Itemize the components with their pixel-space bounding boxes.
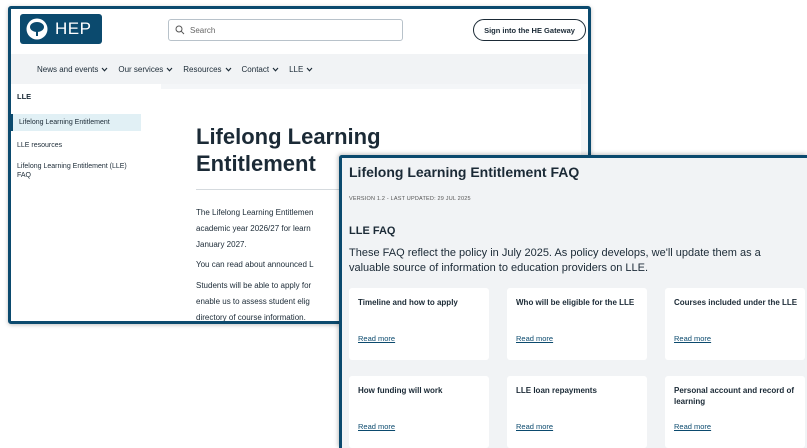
- sidebar-title: LLE: [17, 92, 32, 101]
- nav-item-label: Resources: [183, 64, 222, 74]
- nav-item-label: Contact: [241, 64, 270, 74]
- read-more-link[interactable]: Read more: [358, 422, 395, 431]
- card-title: Courses included under the LLE: [674, 298, 798, 307]
- faq-card-personal-account[interactable]: Personal account and record of learning …: [665, 376, 805, 448]
- nav-item-label: Our services: [118, 64, 164, 74]
- read-more-link[interactable]: Read more: [516, 422, 553, 431]
- faq-card-funding[interactable]: How funding will work Read more: [349, 376, 489, 448]
- faq-card-loan-repayments[interactable]: LLE loan repayments Read more: [507, 376, 647, 448]
- faq-card-timeline[interactable]: Timeline and how to apply Read more: [349, 288, 489, 360]
- search-icon: [175, 25, 185, 35]
- read-more-link[interactable]: Read more: [516, 334, 553, 343]
- faq-section-title: LLE FAQ: [349, 225, 396, 237]
- faq-card-eligibility[interactable]: Who will be eligible for the LLE Read mo…: [507, 288, 647, 360]
- card-title: How funding will work: [358, 386, 443, 395]
- faq-card-courses[interactable]: Courses included under the LLE Read more: [665, 288, 805, 360]
- paragraph-line: directory of course information.: [196, 313, 306, 322]
- card-title: LLE loan repayments: [516, 386, 597, 395]
- site-header: HEP Sign into the HE Gateway: [11, 9, 588, 54]
- nav-item-label: LLE: [289, 64, 304, 74]
- paragraph-line: academic year 2026/27 for learn: [196, 224, 311, 233]
- chevron-down-icon: [101, 67, 108, 72]
- nav-item-our-services[interactable]: Our services: [118, 65, 173, 74]
- hep-logo[interactable]: HEP: [20, 14, 102, 44]
- nav-item-label: News and events: [37, 64, 99, 74]
- card-title: Who will be eligible for the LLE: [516, 298, 635, 307]
- faq-title: Lifelong Learning Entitlement FAQ: [349, 164, 580, 180]
- read-more-link[interactable]: Read more: [674, 422, 711, 431]
- nav-item-news-and-events[interactable]: News and events: [37, 65, 108, 74]
- paragraph-line: You can read about announced L: [196, 260, 314, 269]
- sidebar-item-lifelong-learning-entitlement[interactable]: Lifelong Learning Entitlement: [11, 114, 141, 132]
- sidebar-item-lle-faq[interactable]: Lifelong Learning Entitlement (LLE) FAQ: [11, 158, 141, 185]
- lle-faq-window: Lifelong Learning Entitlement FAQ VERSIO…: [339, 155, 807, 448]
- search-box[interactable]: [168, 19, 403, 41]
- paragraph-line: January 2027.: [196, 240, 247, 249]
- faq-intro: These FAQ reflect the policy in July 202…: [349, 247, 761, 275]
- chevron-down-icon: [225, 67, 231, 72]
- paragraph-line: enable us to assess student elig: [196, 297, 310, 306]
- tree-logo-icon: [26, 18, 48, 40]
- nav-item-lle[interactable]: LLE: [289, 65, 313, 74]
- read-more-link[interactable]: Read more: [674, 334, 711, 343]
- sidebar-item-lle-resources[interactable]: LLE resources: [11, 137, 141, 154]
- nav-item-contact[interactable]: Contact: [242, 65, 280, 74]
- card-title: Timeline and how to apply: [358, 298, 458, 307]
- logo-text: HEP: [55, 19, 92, 38]
- divider: [196, 189, 356, 190]
- chevron-down-icon: [272, 67, 279, 72]
- read-more-link[interactable]: Read more: [358, 334, 395, 343]
- nav-item-resources[interactable]: Resources: [183, 65, 231, 74]
- chevron-down-icon: [166, 67, 173, 72]
- sign-in-gateway-button[interactable]: Sign into the HE Gateway: [473, 19, 586, 41]
- version-label: VERSION 1.2 - LAST UPDATED: 29 JUL 2025: [349, 196, 471, 202]
- main-nav: News and events Our services Resources C…: [11, 54, 588, 84]
- search-input[interactable]: [190, 25, 390, 35]
- paragraph-line: Students will be able to apply for: [196, 281, 312, 290]
- sidebar: LLE Lifelong Learning Entitlement LLE re…: [11, 84, 161, 321]
- card-title: Personal account and record of learning: [674, 386, 795, 406]
- chevron-down-icon: [306, 67, 313, 72]
- paragraph-line: The Lifelong Learning Entitlemen: [196, 208, 314, 217]
